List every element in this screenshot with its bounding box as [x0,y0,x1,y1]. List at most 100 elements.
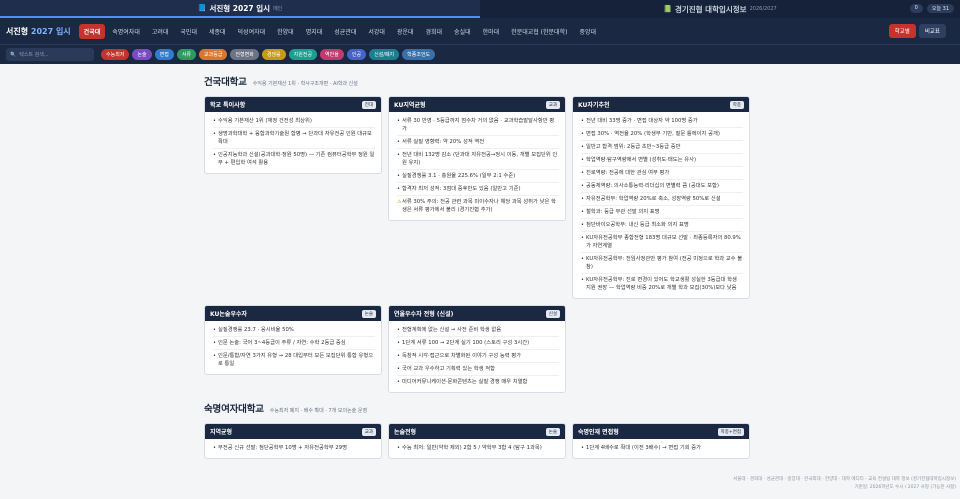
nav-item-7[interactable]: 명지대 [301,24,328,39]
nav-item-6[interactable]: 한양대 [272,24,299,39]
school-section-title: 숙명여자대학교 수능최저 폐지 · 배수 확대 · 7개 모의논술 운영 [204,401,752,415]
filter-chips: 수능최저 논술 면접 서류 교과등급 전형변화 경쟁률 지원전공 역반율 인공 신설/폐지 학종조언도 [101,49,436,60]
filter-chip[interactable]: 서류 [176,49,197,60]
card-list: 실질경쟁률 23.7 · 응시비율 50%인문 논술: 국어 3~4등급이 주류… [205,321,381,374]
card-tag: 교과 [545,100,560,109]
card-tag: 학종+면접 [717,427,744,436]
search-icon: 🔍 [10,51,17,58]
nav-item-10[interactable]: 광운대 [392,24,419,39]
today-badge: 오늘 31 [926,4,954,13]
list-item: 진로역량: 전공에 대한 관심 여부 평가 [581,167,743,180]
list-item: 1단계 4배수로 확대 (이전 3배수) → 면접 기회 증가 [581,442,743,454]
compare-button[interactable]: 비교표 [918,24,946,38]
list-item: 실질경쟁률 23.7 · 응시비율 50% [213,324,375,337]
filter-chip[interactable]: 경쟁률 [261,49,286,60]
nav-item-15[interactable]: 중앙대 [574,24,601,39]
info-card: 논술전형 논술수능 최저: 일반(약학 제외) 2합 5 / 약학부 3합 4 (… [388,423,566,459]
list-item: 수능 최저: 일반(약학 제외) 2합 5 / 약학부 3합 4 (탐구 1과목… [397,442,559,454]
list-item: 일반고 합격 범위: 2등급 초반~3등급 중반 [581,141,743,154]
filter-chip[interactable]: 역반율 [320,49,344,60]
card-header: KU지역균형 교과 [389,97,565,112]
list-item: 서류 30% 주의: 전공 관련 과목 미이수자나 해당 과목 성취가 낮은 학… [397,196,559,216]
card-tag: 논술 [545,427,560,436]
school-name: 건국대학교 [204,77,247,88]
filter-chip[interactable]: 논술 [132,49,152,60]
card-tag: 논술 [361,309,376,318]
card-header: 지역균형 교과 [205,424,381,439]
tab-label: 경기진협 대학입시정보 [674,4,747,14]
footer-line: 기준일: 2026학년도 수시 / 2027 사정 (가능한 사항) [854,485,956,490]
by-school-button[interactable]: 학교별 [888,24,916,38]
brand-logo[interactable]: 서진형 2027 입시 [6,26,71,37]
card-row: KU논술우수자 논술실질경쟁률 23.7 · 응시비율 50%인문 논술: 국어 … [204,305,752,393]
filter-chip[interactable]: 면접 [154,49,174,60]
list-item: 실질경쟁률 3.1 · 충원율 225.6% (일부 2:1 수준) [397,170,559,183]
list-item: 학업역량·탐구역량에서 변별 (성취도·태도는 유사) [581,154,743,167]
book-icon: 📗 [663,5,672,13]
filter-chip[interactable]: 수능최저 [101,49,130,60]
footer-line: 서울대 · 경희대 · 성균관대 · 중앙대 · 한국외대 · 한양대 · 대학… [733,477,956,482]
filter-chip[interactable]: 지원전공 [288,49,318,60]
list-item: 자유전공학부: 학업역량 20%로 축소, 성장역량 50%로 신설 [581,193,743,206]
search-input[interactable]: 🔍 텍스트 검색... [6,48,94,61]
nav-item-8[interactable]: 성균관대 [329,24,361,39]
tab-label: 서진형 2027 입시 [209,3,271,13]
nav-item-4[interactable]: 세종대 [204,24,231,39]
nav-item-3[interactable]: 국민대 [175,24,202,39]
list-item: 서류 30 반영 · 5등급까지 점수차 거의 없음 · 교과학습발달사항만 평… [397,115,559,136]
nav-item-13[interactable]: 한마대 [478,24,505,39]
filter-chip[interactable]: 신설/폐지 [369,49,400,60]
nav-item-0[interactable]: 건국대 [78,23,106,39]
nav-item-9[interactable]: 서강대 [363,24,390,39]
list-item: 전년 대비 33명 증가 · 면접 대상자 약 100명 증가 [581,115,743,128]
school-name: 숙명여자대학교 [204,404,264,415]
info-card: 숙명인재 면접형 학종+면접 1단계 4배수로 확대 (이전 3배수) → 면접 기… [572,423,750,459]
list-item: 1단계 서류 100 → 2단계 실기 100 (스토리 구성 3시간) [397,337,559,350]
nav-item-2[interactable]: 고려대 [147,24,174,39]
card-tag: 전대 [361,100,376,109]
filter-chip[interactable]: 학종조언도 [402,49,436,60]
book-icon: 📘 [197,4,207,12]
filter-chip[interactable]: 인공 [346,49,367,60]
counter-badge: 0 [909,4,923,13]
nav-item-12[interactable]: 숭실대 [449,24,476,39]
list-item: 수익용 기본재산 1위 (재정 건전성 최상위) [213,115,375,128]
card-header: 논술전형 논술 [389,424,565,439]
info-card: KU지역균형 교과서류 30 반영 · 5등급까지 점수차 거의 없음 · 교과학… [388,96,566,221]
nav-item-1[interactable]: 숙명여자대 [107,24,145,39]
card-list: 전형계획에 없는 신설 → 사전 준비 학생 없음1단계 서류 100 → 2단… [389,321,565,392]
card-title: KU자기추천 [578,102,610,109]
card-title: 숙명인재 면접형 [578,429,619,436]
filter-chip[interactable]: 전형변화 [230,49,259,60]
list-item: 생명과학대학 + 융합과학기술원 합병 → 단과대 자유전공 인원 대규모 확대 [213,128,375,149]
nav-items: 건국대 숙명여자대 고려대 국민대 세종대 덕성여자대 한양대 명지대 성균관대 서강대 광운대 경희… [78,23,601,39]
main-content: 건국대학교 수익용 기본재산 1위 · 학사구조개편 · AI학과 신설 학교 특이… [204,66,752,465]
info-card: KU논술우수자 논술실질경쟁률 23.7 · 응시비율 50%인문 논술: 국어 … [204,305,382,375]
top-tabs: 📘 서진형 2027 입시 메인 📗 경기진협 대학입시정보 2026/2027… [0,0,960,18]
card-row: 학교 특이사항 전대수익용 기본재산 1위 (재정 건전성 최상위)생명과학대학 … [204,96,752,299]
card-list: 서류 30 반영 · 5등급까지 점수차 거의 없음 · 교과학습발달사항만 평… [389,112,565,220]
card-title: KU지역균형 [394,102,426,109]
tab-sub: 메인 [273,5,283,12]
nav-item-11[interactable]: 경희대 [420,24,447,39]
school-nav: 서진형 2027 입시 건국대 숙명여자대 고려대 국민대 세종대 덕성여자대 한양대 명지대… [0,18,960,44]
card-title: 연울우수자 전형 (신설) [394,311,454,318]
card-list: 전년 대비 33명 증가 · 면접 대상자 약 100명 증가면접 30% · … [573,112,749,298]
card-title: KU논술우수자 [210,311,248,318]
nav-item-14[interactable]: 한문대교협 (한문대학) [506,24,572,39]
nav-item-5[interactable]: 덕성여자대 [233,24,271,39]
info-card: KU자기추천 학종전년 대비 33명 증가 · 면접 대상자 약 100명 증가면… [572,96,750,299]
list-item: 면접 30% · 역전율 20% (학생부 기반, 질문 틀에이지 공개) [581,128,743,141]
list-item: 무전공 신규 선발: 첨단공학부 10명 + 자유전공학부 29명 [213,442,375,454]
card-list: 수능 최저: 일반(약학 제외) 2합 5 / 약학부 3합 4 (탐구 1과목… [389,439,565,458]
tab-gyeonggi[interactable]: 📗 경기진협 대학입시정보 2026/2027 [480,0,960,18]
card-list: 무전공 신규 선발: 첨단공학부 10명 + 자유전공학부 29명 [205,439,381,458]
list-item: 인문 논술: 국어 3~4등급이 주류 / 자연: 수학 2등급 중심 [213,337,375,350]
list-item: KU자유전공학부 종합전형 183명 대규모 선발 · 최종등록자의 80.9%… [581,232,743,253]
view-buttons: 학교별 비교표 [888,24,946,38]
tab-seojinhyung[interactable]: 📘 서진형 2027 입시 메인 [0,0,480,18]
card-header: 연울우수자 전형 (신설) 신설 [389,306,565,321]
list-item: 인공지능학과 신설(공과대학·정원 50명) — 기존 컴퓨터공학부 정원 일부… [213,149,375,169]
filter-chip[interactable]: 교과등급 [199,49,228,60]
list-item: 국어 교과 우수하고 기획력 있는 학생 적합 [397,363,559,376]
